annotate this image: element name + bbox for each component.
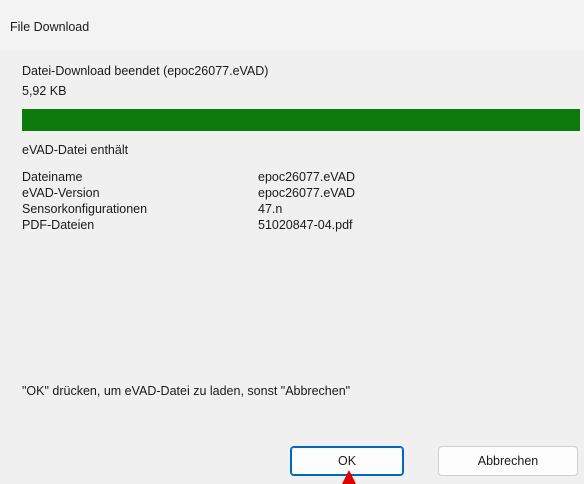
mouse-pointer-icon — [342, 470, 356, 484]
title-bar[interactable]: File Download — [0, 0, 584, 50]
download-progress-bar — [22, 109, 580, 131]
download-status-message: Datei-Download beendet (epoc26077.eVAD) — [22, 64, 269, 78]
window-title: File Download — [10, 20, 90, 34]
row-value-pdf-dateien: 51020847-04.pdf — [258, 218, 353, 232]
file-download-dialog: File Download Datei-Download beendet (ep… — [0, 0, 584, 484]
contents-heading: eVAD-Datei enthält — [22, 143, 129, 157]
cancel-button[interactable]: Abbrechen — [438, 446, 578, 476]
row-value-evad-version: epoc26077.eVAD — [258, 186, 356, 200]
row-label-evad-version: eVAD-Version — [22, 186, 100, 200]
instruction-text: "OK" drücken, um eVAD-Datei zu laden, so… — [22, 384, 351, 398]
row-value-sensorkonfigurationen: 47.n — [258, 202, 283, 216]
row-label-dateiname: Dateiname — [22, 170, 83, 184]
download-progress-fill — [22, 109, 580, 131]
row-label-sensorkonfigurationen: Sensorkonfigurationen — [22, 202, 148, 216]
download-file-size: 5,92 KB — [22, 84, 67, 98]
row-label-pdf-dateien: PDF-Dateien — [22, 218, 95, 232]
row-value-dateiname: epoc26077.eVAD — [258, 170, 356, 184]
